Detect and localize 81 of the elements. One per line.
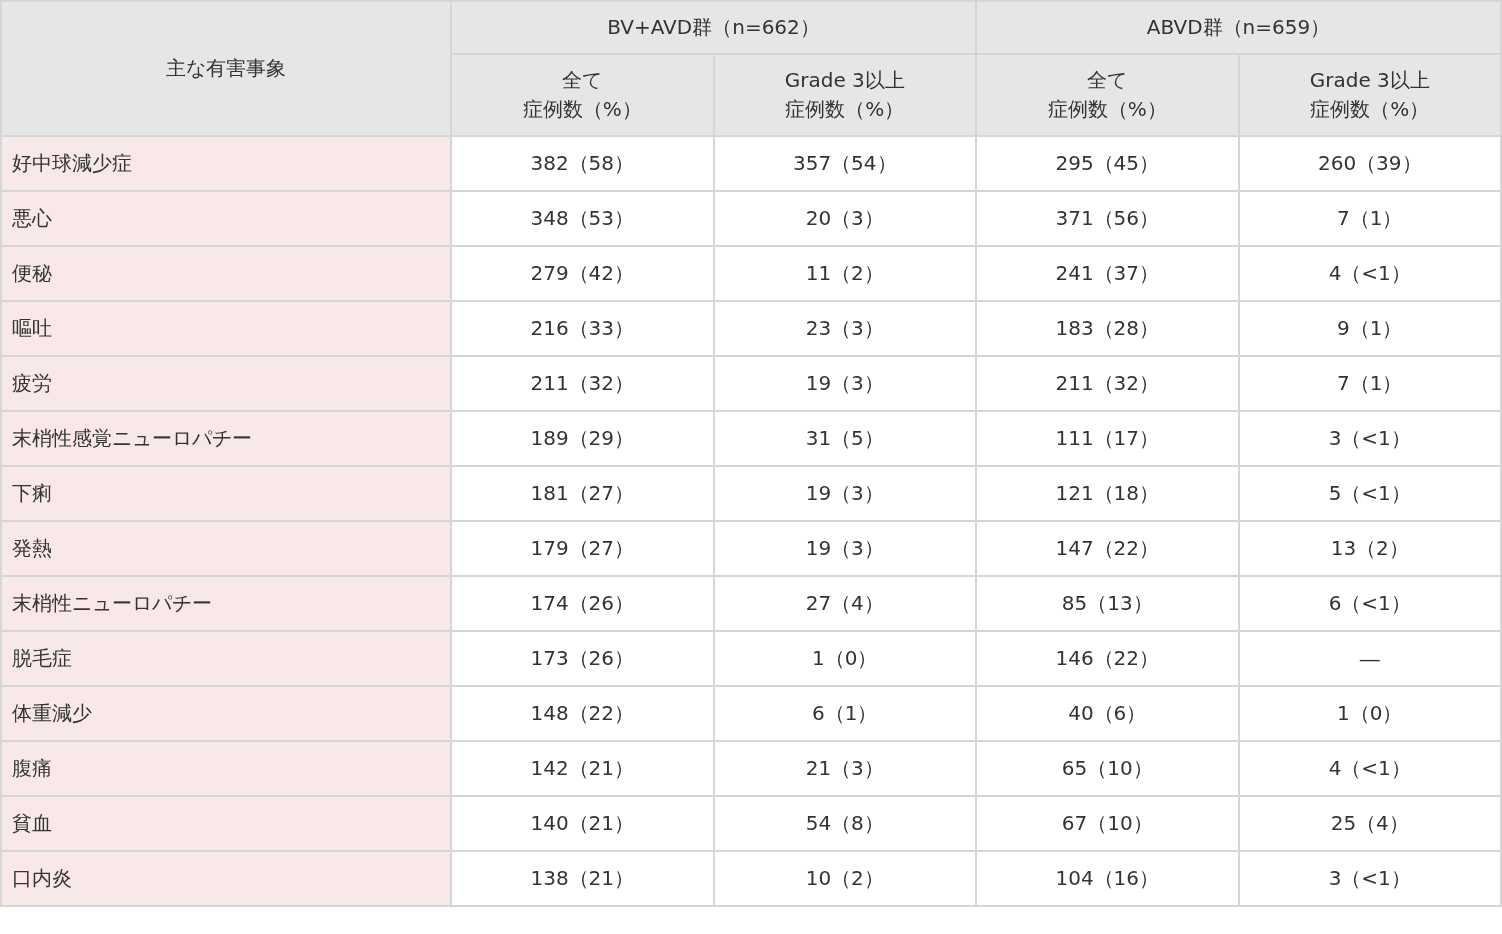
row-header-cell: 便秘 [1, 246, 451, 301]
table-cell: 65（10） [976, 741, 1239, 796]
table-cell: 19（3） [713, 521, 976, 576]
table-cell: 1（0） [1238, 686, 1501, 741]
row-header-cell: 体重減少 [1, 686, 451, 741]
row-header-cell: 腹痛 [1, 741, 451, 796]
column-header-text: 症例数（%） [1310, 96, 1430, 123]
table-cell: 85（13） [976, 576, 1239, 631]
table-cell: 4（<1） [1238, 741, 1501, 796]
table-cell: 348（53） [451, 191, 714, 246]
table-cell: 1（0） [713, 631, 976, 686]
table-cell: 104（16） [976, 851, 1239, 906]
table-cell: 31（5） [713, 411, 976, 466]
table-cell: 9（1） [1238, 301, 1501, 356]
table-cell: 4（<1） [1238, 246, 1501, 301]
table-cell: 142（21） [451, 741, 714, 796]
column-header-text: 全て [562, 67, 603, 94]
table-cell: ― [1238, 631, 1501, 686]
table-cell: 183（28） [976, 301, 1239, 356]
table-cell: 260（39） [1238, 136, 1501, 191]
table-cell: 181（27） [451, 466, 714, 521]
table-cell: 357（54） [713, 136, 976, 191]
column-header-text: 症例数（%） [522, 96, 642, 123]
row-header-cell: 末梢性感覚ニューロパチー [1, 411, 451, 466]
table-cell: 19（3） [713, 466, 976, 521]
table-cell: 20（3） [713, 191, 976, 246]
table-cell: 6（<1） [1238, 576, 1501, 631]
table-cell: 5（<1） [1238, 466, 1501, 521]
group-header: BV+AVD群（n=662） [451, 1, 976, 54]
group-header: ABVD群（n=659） [976, 1, 1501, 54]
column-header-text: 全て [1087, 67, 1128, 94]
table-cell: 11（2） [713, 246, 976, 301]
table-cell: 211（32） [451, 356, 714, 411]
table-cell: 7（1） [1238, 356, 1501, 411]
column-header: 主な有害事象 [1, 1, 451, 136]
table-cell: 174（26） [451, 576, 714, 631]
table-cell: 7（1） [1238, 191, 1501, 246]
column-header-text: Grade 3以上 [1309, 67, 1430, 94]
table-cell: 148（22） [451, 686, 714, 741]
table-cell: 211（32） [976, 356, 1239, 411]
table-cell: 23（3） [713, 301, 976, 356]
row-header-cell: 脱毛症 [1, 631, 451, 686]
column-header-text: 症例数（%） [1047, 96, 1167, 123]
table-cell: 382（58） [451, 136, 714, 191]
column-header-text: 症例数（%） [785, 96, 905, 123]
table-cell: 27（4） [713, 576, 976, 631]
table-cell: 173（26） [451, 631, 714, 686]
table-cell: 241（37） [976, 246, 1239, 301]
row-header-cell: 末梢性ニューロパチー [1, 576, 451, 631]
table-cell: 146（22） [976, 631, 1239, 686]
row-header-cell: 口内炎 [1, 851, 451, 906]
table-cell: 13（2） [1238, 521, 1501, 576]
table-cell: 111（17） [976, 411, 1239, 466]
table-cell: 54（8） [713, 796, 976, 851]
table-cell: 179（27） [451, 521, 714, 576]
table-cell: 10（2） [713, 851, 976, 906]
row-header-cell: 悪心 [1, 191, 451, 246]
table-cell: 25（4） [1238, 796, 1501, 851]
table-cell: 189（29） [451, 411, 714, 466]
table-cell: 279（42） [451, 246, 714, 301]
row-header-cell: 貧血 [1, 796, 451, 851]
column-header-text: Grade 3以上 [784, 67, 905, 94]
row-header-cell: 下痢 [1, 466, 451, 521]
table-cell: 140（21） [451, 796, 714, 851]
table-cell: 6（1） [713, 686, 976, 741]
table-cell: 371（56） [976, 191, 1239, 246]
table-cell: 147（22） [976, 521, 1239, 576]
table-cell: 138（21） [451, 851, 714, 906]
table-cell: 216（33） [451, 301, 714, 356]
table-cell: 21（3） [713, 741, 976, 796]
row-header-cell: 発熱 [1, 521, 451, 576]
row-header-cell: 嘔吐 [1, 301, 451, 356]
table-cell: 19（3） [713, 356, 976, 411]
table-cell: 295（45） [976, 136, 1239, 191]
table-cell: 3（<1） [1238, 411, 1501, 466]
row-header-cell: 疲労 [1, 356, 451, 411]
table-cell: 67（10） [976, 796, 1239, 851]
row-header-cell: 好中球減少症 [1, 136, 451, 191]
table-cell: 121（18） [976, 466, 1239, 521]
table-cell: 3（<1） [1238, 851, 1501, 906]
table-cell: 40（6） [976, 686, 1239, 741]
